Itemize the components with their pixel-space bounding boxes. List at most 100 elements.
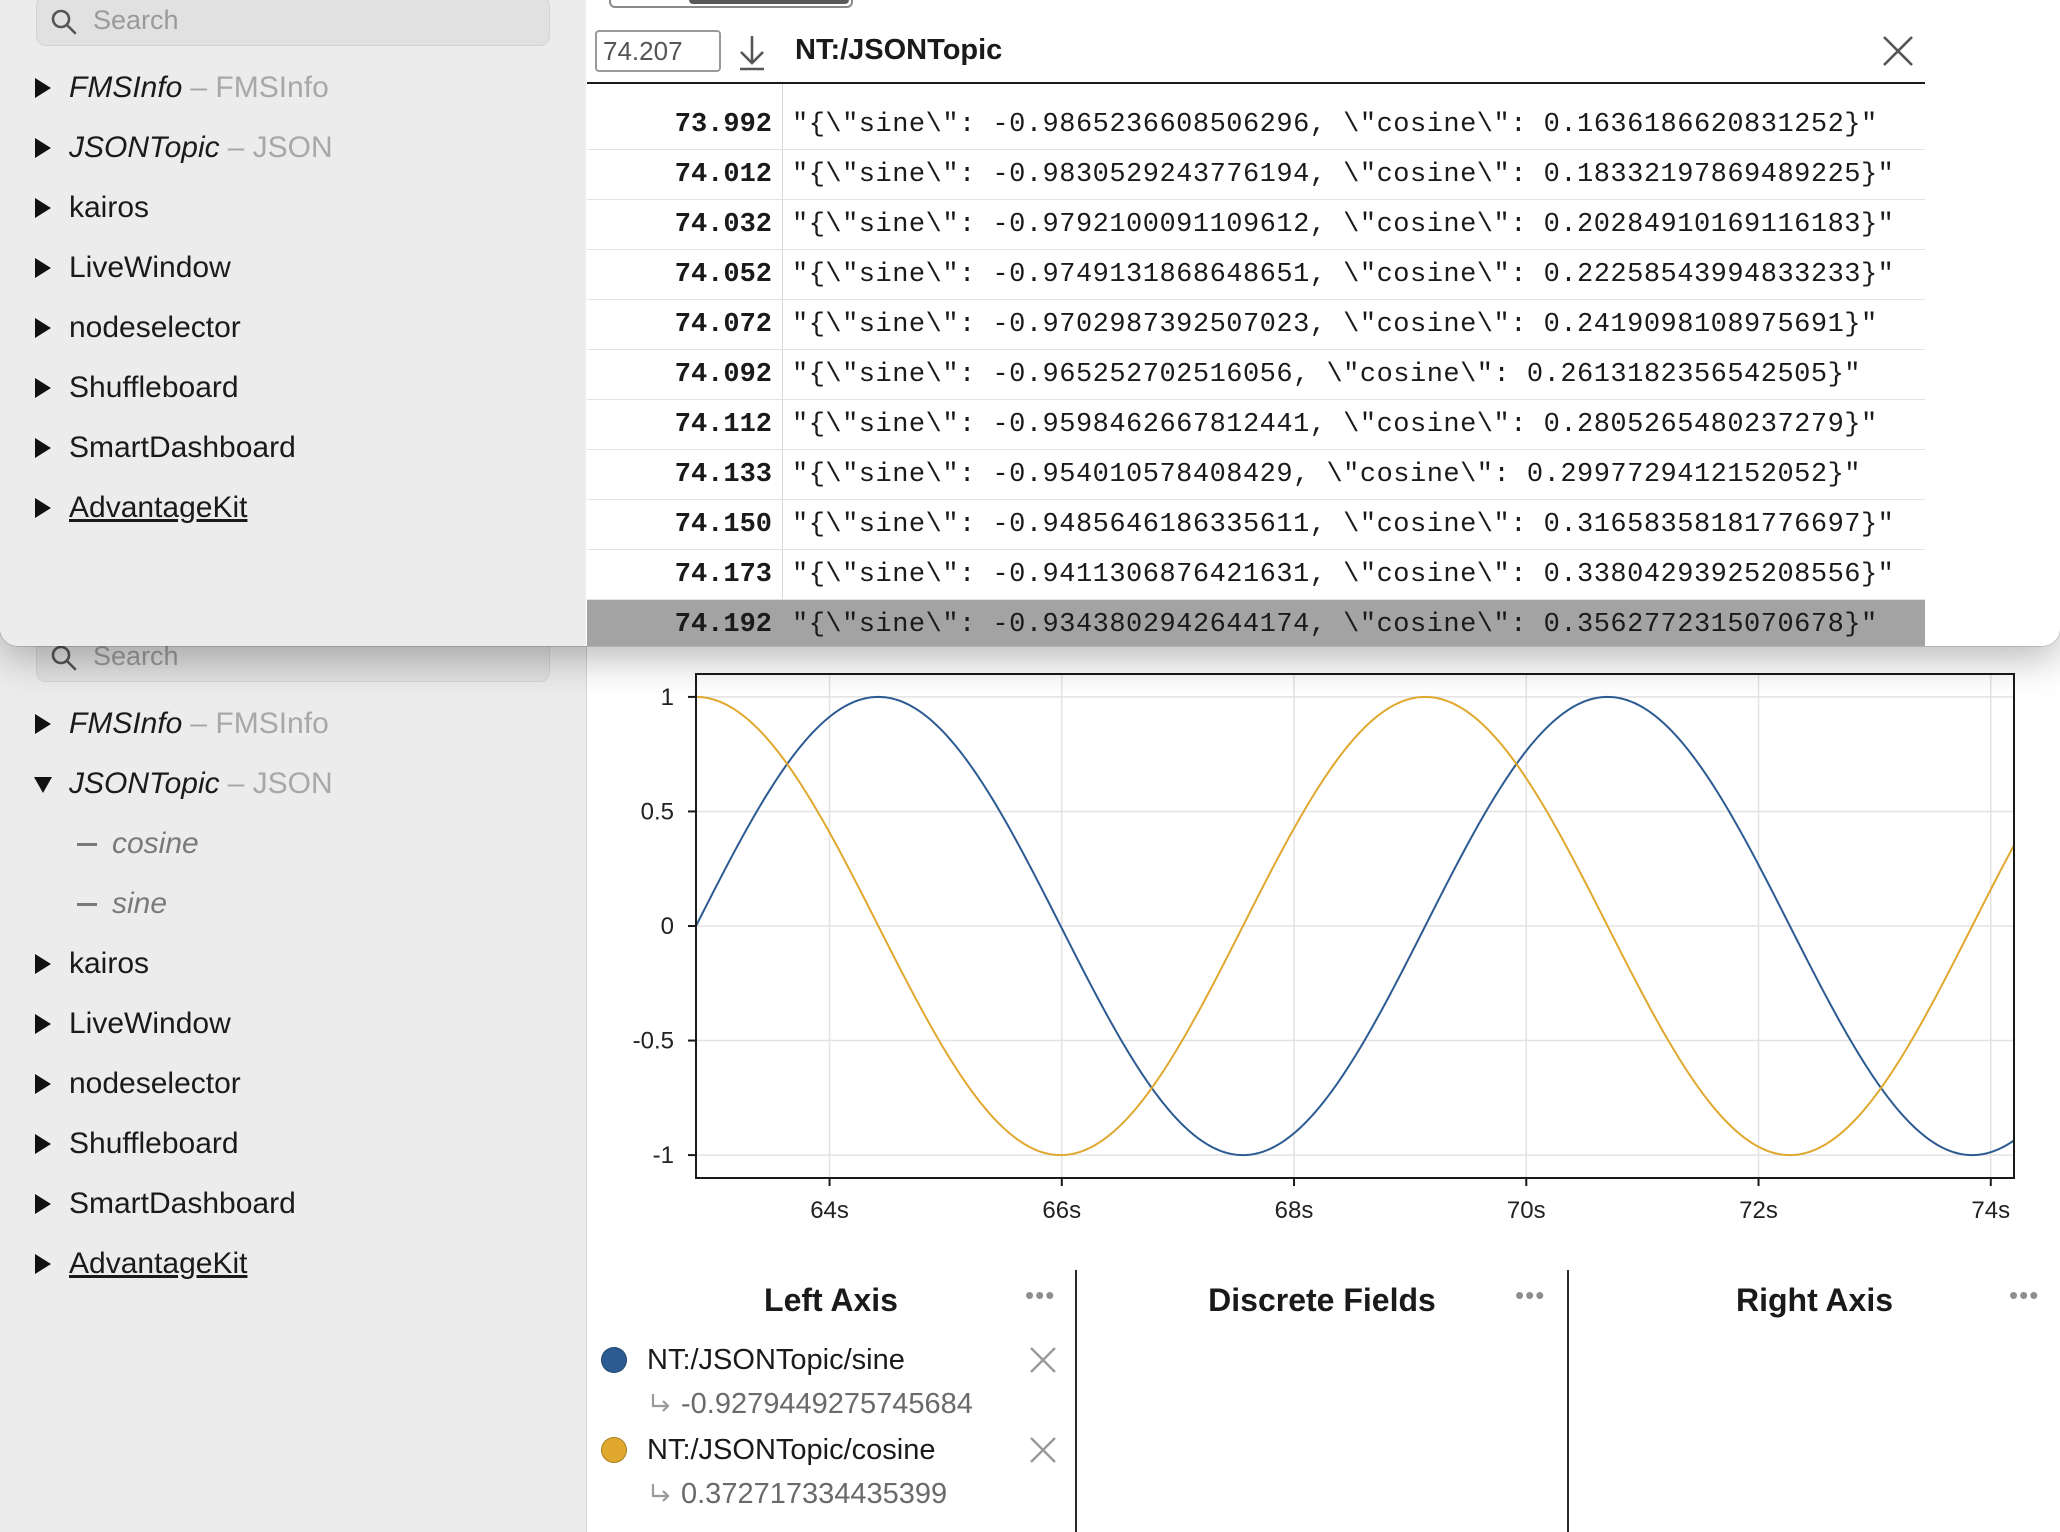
row-timestamp: 74.092 <box>674 360 772 390</box>
disclosure-triangle-right-icon[interactable] <box>33 376 53 400</box>
series-color-dot[interactable] <box>601 1347 627 1373</box>
table-row[interactable]: 74.112 "{\"sine\": -0.9598462667812441, \… <box>587 400 1925 450</box>
disclosure-triangle-right-icon[interactable] <box>33 712 53 736</box>
disclosure-triangle-right-icon[interactable] <box>33 256 53 280</box>
data-table: 73.992 "{\"sine\": -0.9865236608506296, \… <box>587 100 1925 646</box>
disclosure-triangle-right-icon[interactable] <box>33 316 53 340</box>
dash-icon <box>77 902 97 906</box>
x-tick-label: 64s <box>810 1197 849 1224</box>
disclosure-triangle-right-icon[interactable] <box>33 196 53 220</box>
return-arrow-icon <box>651 1484 670 1502</box>
search-icon <box>51 645 77 671</box>
table-row[interactable]: 74.072 "{\"sine\": -0.9702987392507023, \… <box>587 300 1925 350</box>
search-icon <box>51 9 77 35</box>
row-value: "{\"sine\": -0.9702987392507023, \"cosin… <box>792 310 1878 340</box>
y-tick-label: -0.5 <box>633 1028 674 1055</box>
disclosure-triangle-right-icon[interactable] <box>33 1012 53 1036</box>
tree-item-label: Shuffleboard <box>69 1127 239 1160</box>
jump-down-icon[interactable] <box>735 32 769 72</box>
dash-icon <box>77 842 97 846</box>
tree-item-kairos[interactable]: kairos <box>0 934 586 994</box>
tree-item-kairos[interactable]: kairos <box>0 178 586 238</box>
series-color-dot[interactable] <box>601 1437 627 1463</box>
topic-title: NT:/JSONTopic <box>795 34 1003 66</box>
disclosure-triangle-right-icon[interactable] <box>33 952 53 976</box>
row-timestamp: 73.992 <box>674 110 772 140</box>
discrete-fields-title: Discrete Fields <box>1208 1282 1436 1318</box>
tree-item-livewindow[interactable]: LiveWindow <box>0 994 586 1054</box>
tree-item-type: – FMSInfo <box>190 707 329 740</box>
search-field[interactable]: Search <box>36 0 550 46</box>
search-placeholder: Search <box>93 5 179 35</box>
tree-item-advantagekit[interactable]: AdvantageKit <box>0 478 586 538</box>
jump-time-input[interactable]: 74.207 <box>595 30 721 72</box>
row-timestamp: 74.133 <box>674 460 772 490</box>
disclosure-triangle-right-icon[interactable] <box>33 1252 53 1276</box>
header-divider <box>587 82 1925 84</box>
row-value: "{\"sine\": -0.9411306876421631, \"cosin… <box>792 560 1895 590</box>
table-row[interactable]: 74.032 "{\"sine\": -0.9792100091109612, \… <box>587 200 1925 250</box>
row-timestamp: 74.012 <box>674 160 772 190</box>
tree-item-nodeselector[interactable]: nodeselector <box>0 1054 586 1114</box>
left-axis-title: Left Axis <box>764 1282 898 1318</box>
legend-item-label: NT:/JSONTopic/cosine <box>647 1433 936 1466</box>
table-row[interactable]: 74.092 "{\"sine\": -0.965252702516056, \"… <box>587 350 1925 400</box>
table-row[interactable]: 74.150 "{\"sine\": -0.9485646186335611, \… <box>587 500 1925 550</box>
legend-item-sine[interactable]: NT:/JSONTopic/sine <box>601 1340 905 1380</box>
tab-selected[interactable] <box>689 0 849 4</box>
tree-item-label: cosine <box>112 827 199 860</box>
table-row[interactable]: 74.133 "{\"sine\": -0.954010578408429, \"… <box>587 450 1925 500</box>
tree-item-shuffleboard[interactable]: Shuffleboard <box>0 1114 586 1174</box>
tree-item-fmsinfo[interactable]: FMSInfo – FMSInfo <box>0 694 586 754</box>
left-axis-more-button[interactable]: ••• <box>1025 1280 1055 1311</box>
right-axis-title: Right Axis <box>1735 1282 1894 1318</box>
tree-item-type: – JSON <box>227 131 333 164</box>
legend-value-sine: -0.9279449275745684 <box>647 1384 973 1424</box>
disclosure-triangle-right-icon[interactable] <box>33 76 53 100</box>
tree-item-smartdashboard[interactable]: SmartDashboard <box>0 1174 586 1234</box>
tree-item-advantagekit[interactable]: AdvantageKit <box>0 1234 586 1294</box>
disclosure-triangle-down-icon[interactable] <box>33 772 53 796</box>
disclosure-triangle-right-icon[interactable] <box>33 136 53 160</box>
disclosure-triangle-right-icon[interactable] <box>33 1132 53 1156</box>
disclosure-triangle-right-icon[interactable] <box>33 1192 53 1216</box>
tree-item-smartdashboard[interactable]: SmartDashboard <box>0 418 586 478</box>
y-tick-label: 0.5 <box>641 798 674 825</box>
remove-cosine-icon[interactable] <box>1027 1434 1059 1466</box>
close-icon[interactable] <box>1881 34 1915 68</box>
table-row-selected[interactable]: 74.192 "{\"sine\": -0.9343802942644174, \… <box>587 600 1925 646</box>
tree-item-sine[interactable]: sine <box>0 874 586 934</box>
tree-item-jsontopic[interactable]: JSONTopic – JSON <box>0 754 586 814</box>
disclosure-triangle-right-icon[interactable] <box>33 496 53 520</box>
tree-item-fmsinfo[interactable]: FMSInfo – FMSInfo <box>0 58 586 118</box>
row-value: "{\"sine\": -0.954010578408429, \"cosine… <box>792 460 1861 490</box>
remove-sine-icon[interactable] <box>1027 1344 1059 1376</box>
legend-item-cosine[interactable]: NT:/JSONTopic/cosine <box>601 1430 936 1470</box>
table-row[interactable]: 74.173 "{\"sine\": -0.9411306876421631, \… <box>587 550 1925 600</box>
table-row[interactable]: 74.012 "{\"sine\": -0.9830529243776194, \… <box>587 150 1925 200</box>
tree-item-label: nodeselector <box>69 311 241 344</box>
tab-strip[interactable] <box>609 0 853 8</box>
disclosure-triangle-right-icon[interactable] <box>33 1072 53 1096</box>
tree-item-jsontopic[interactable]: JSONTopic – JSON <box>0 118 586 178</box>
tree-item-cosine[interactable]: cosine <box>0 814 586 874</box>
table-row[interactable]: 74.052 "{\"sine\": -0.9749131868648651, \… <box>587 250 1925 300</box>
table-row[interactable]: 73.992 "{\"sine\": -0.9865236608506296, \… <box>587 100 1925 150</box>
row-value: "{\"sine\": -0.9792100091109612, \"cosin… <box>792 210 1895 240</box>
x-tick-label: 70s <box>1507 1197 1546 1224</box>
row-value: "{\"sine\": -0.965252702516056, \"cosine… <box>792 360 1861 390</box>
tree-item-livewindow[interactable]: LiveWindow <box>0 238 586 298</box>
discrete-fields-more-button[interactable]: ••• <box>1515 1280 1545 1311</box>
tree-item-label: AdvantageKit <box>69 491 248 524</box>
disclosure-triangle-right-icon[interactable] <box>33 436 53 460</box>
tree-item-shuffleboard[interactable]: Shuffleboard <box>0 358 586 418</box>
tree-item-label: nodeselector <box>69 1067 241 1100</box>
table-tab: 74.207 NT:/JSONTopic 73.992 "{\"sine\": -… <box>587 0 2060 646</box>
x-tick-label: 72s <box>1739 1197 1778 1224</box>
tree-item-label: LiveWindow <box>69 1007 231 1040</box>
tree-item-nodeselector[interactable]: nodeselector <box>0 298 586 358</box>
right-axis-more-button[interactable]: ••• <box>2009 1280 2039 1311</box>
legend-value-text: -0.9279449275745684 <box>681 1387 973 1420</box>
discrete-fields-section: Discrete Fields ••• <box>1077 1268 1567 1532</box>
front-sidebar: Search FMSInfo – FMSInfo JSONTopic – JSON ka… <box>0 0 586 646</box>
